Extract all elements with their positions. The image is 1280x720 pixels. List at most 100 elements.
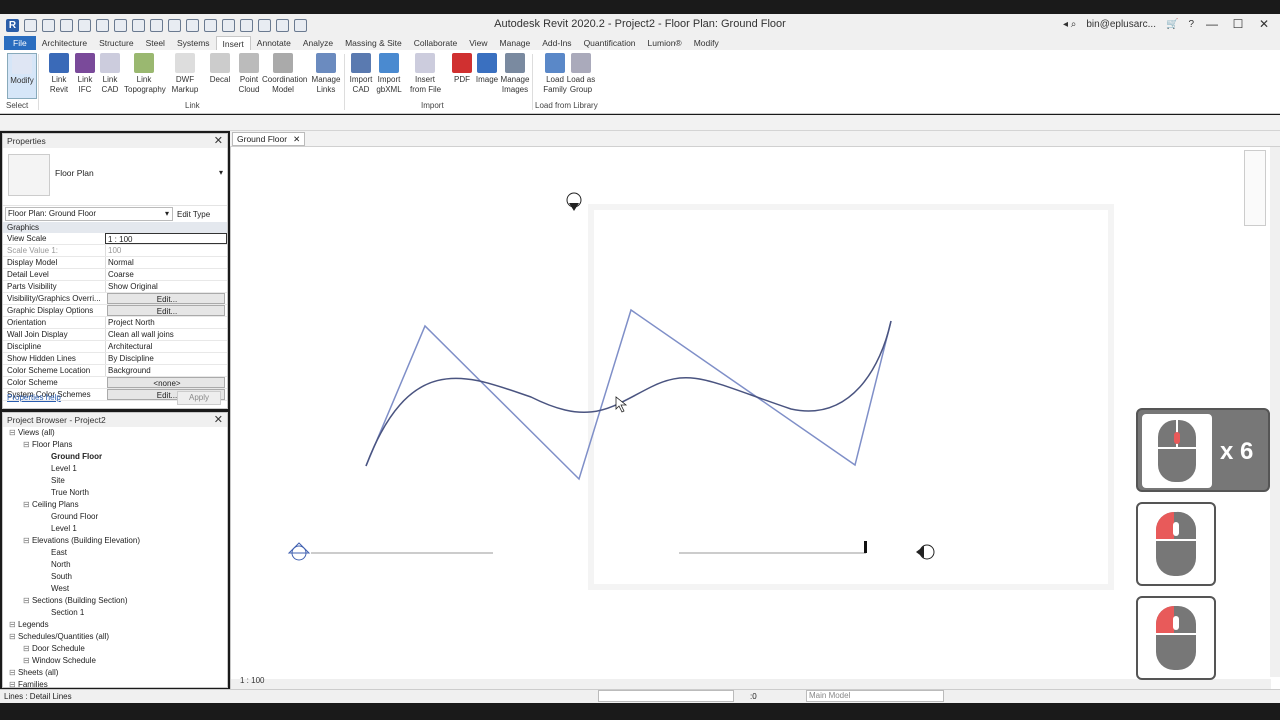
- property-edit-button[interactable]: Edit...: [107, 305, 225, 316]
- tree-item[interactable]: ⊟ Sheets (all): [3, 667, 227, 679]
- tree-item[interactable]: ⊟ Elevations (Building Elevation): [3, 535, 227, 547]
- expand-icon[interactable]: ⊟: [23, 596, 32, 605]
- dwf-markup-button[interactable]: DWF Markup: [170, 53, 200, 94]
- tree-item[interactable]: South: [3, 571, 227, 583]
- tab-quantification[interactable]: Quantification: [578, 36, 642, 50]
- manage-images-button[interactable]: Manage Images: [500, 53, 530, 94]
- drawing-svg[interactable]: [231, 147, 1280, 691]
- tree-item[interactable]: ⊟ Schedules/Quantities (all): [3, 631, 227, 643]
- tab-architecture[interactable]: Architecture: [36, 36, 93, 50]
- expand-icon[interactable]: ⊟: [9, 632, 18, 641]
- apply-button[interactable]: Apply: [177, 391, 221, 405]
- search-icon[interactable]: ◂ ⌕: [1063, 19, 1076, 30]
- property-edit-button[interactable]: <none>: [107, 377, 225, 388]
- expand-icon[interactable]: ⊟: [9, 428, 18, 437]
- west-elevation-marker[interactable]: [287, 542, 311, 561]
- tab-annotate[interactable]: Annotate: [251, 36, 297, 50]
- insert-from-file-button[interactable]: Insert from File: [410, 53, 441, 94]
- tab-view[interactable]: View: [463, 36, 493, 50]
- tree-item[interactable]: Ground Floor: [3, 451, 227, 463]
- view-scale[interactable]: 1 : 100: [240, 676, 264, 685]
- tab-analyze[interactable]: Analyze: [297, 36, 339, 50]
- view-tab-ground-floor[interactable]: Ground Floor ✕: [232, 132, 306, 146]
- expand-icon[interactable]: ⊟: [23, 500, 32, 509]
- expand-icon[interactable]: ⊟: [9, 680, 18, 689]
- property-value[interactable]: Architectural: [105, 341, 227, 352]
- vertical-scrollbar[interactable]: [1270, 147, 1280, 677]
- instance-selector[interactable]: Floor Plan: Ground Floor ▾: [5, 207, 173, 221]
- tree-item[interactable]: True North: [3, 487, 227, 499]
- property-value[interactable]: 100: [105, 245, 227, 256]
- tab-steel[interactable]: Steel: [140, 36, 171, 50]
- expand-icon[interactable]: ⊟: [9, 668, 18, 677]
- control-polyline[interactable]: [365, 308, 892, 481]
- tab-systems[interactable]: Systems: [171, 36, 216, 50]
- property-value[interactable]: Background: [105, 365, 227, 376]
- properties-help-link[interactable]: Properties help: [7, 393, 61, 402]
- workset-selector[interactable]: [598, 690, 734, 702]
- close-icon[interactable]: ✕: [293, 133, 300, 145]
- close-icon[interactable]: ✕: [214, 413, 223, 427]
- drawing-canvas[interactable]: [230, 132, 1280, 689]
- tab-collaborate[interactable]: Collaborate: [408, 36, 463, 50]
- tree-item[interactable]: North: [3, 559, 227, 571]
- cart-icon[interactable]: 🛒: [1166, 19, 1178, 30]
- tree-item[interactable]: West: [3, 583, 227, 595]
- tree-item[interactable]: Level 1: [3, 463, 227, 475]
- tab-file[interactable]: File: [4, 36, 36, 50]
- tree-item[interactable]: ⊟ Views (all): [3, 427, 227, 439]
- tree-item[interactable]: Section 1: [3, 607, 227, 619]
- load-as-group-button[interactable]: Load as Group: [566, 53, 596, 94]
- chevron-down-icon[interactable]: ▾: [219, 168, 223, 177]
- expand-icon[interactable]: ⊟: [23, 440, 32, 449]
- type-selector[interactable]: Floor Plan ▾: [3, 148, 227, 206]
- spline-curve[interactable]: [365, 320, 892, 467]
- property-value[interactable]: Project North: [105, 317, 227, 328]
- expand-icon[interactable]: ⊟: [23, 536, 32, 545]
- tab-structure[interactable]: Structure: [93, 36, 140, 50]
- modify-button[interactable]: Modify: [7, 53, 37, 99]
- horizontal-scrollbar[interactable]: [231, 679, 1271, 689]
- east-elevation-marker[interactable]: [916, 544, 935, 560]
- property-edit-button[interactable]: Edit...: [107, 293, 225, 304]
- property-value[interactable]: Clean all wall joins: [105, 329, 227, 340]
- tree-item[interactable]: ⊟ Window Schedule: [3, 655, 227, 667]
- property-value[interactable]: Normal: [105, 257, 227, 268]
- manage-links-button[interactable]: Manage Links: [311, 53, 341, 94]
- property-value[interactable]: Show Original: [105, 281, 227, 292]
- minimize-button[interactable]: —: [1204, 17, 1220, 31]
- tree-item[interactable]: ⊟ Ceiling Plans: [3, 499, 227, 511]
- design-option-selector[interactable]: Main Model: [806, 690, 944, 702]
- tab-insert[interactable]: Insert: [215, 36, 251, 50]
- tree-item[interactable]: Site: [3, 475, 227, 487]
- section-head[interactable]: [864, 541, 867, 553]
- close-button[interactable]: ✕: [1256, 17, 1272, 31]
- tree-item[interactable]: East: [3, 547, 227, 559]
- decal-button[interactable]: Decal: [205, 53, 235, 85]
- expand-icon[interactable]: ⊟: [9, 620, 18, 629]
- group-select-label[interactable]: Select: [6, 101, 28, 110]
- tab-manage[interactable]: Manage: [494, 36, 537, 50]
- tree-item[interactable]: ⊟ Sections (Building Section): [3, 595, 227, 607]
- maximize-button[interactable]: ☐: [1230, 17, 1246, 31]
- tree-item[interactable]: Level 1: [3, 523, 227, 535]
- tab-massing-site[interactable]: Massing & Site: [339, 36, 408, 50]
- expand-icon[interactable]: ⊟: [23, 644, 32, 653]
- graphics-section-header[interactable]: Graphics: [3, 222, 227, 233]
- tab-modify[interactable]: Modify: [688, 36, 725, 50]
- navigation-bar[interactable]: [1244, 150, 1266, 226]
- property-value[interactable]: 1 : 100: [105, 233, 227, 244]
- close-icon[interactable]: ✕: [214, 134, 223, 148]
- link-cad-button[interactable]: Link CAD: [95, 53, 125, 94]
- tree-item[interactable]: ⊟ Legends: [3, 619, 227, 631]
- tree-item[interactable]: ⊟ Door Schedule: [3, 643, 227, 655]
- expand-icon[interactable]: ⊟: [23, 656, 32, 665]
- property-value[interactable]: By Discipline: [105, 353, 227, 364]
- tab-add-ins[interactable]: Add-Ins: [536, 36, 577, 50]
- north-elevation-marker[interactable]: [566, 192, 582, 211]
- tree-item[interactable]: Ground Floor: [3, 511, 227, 523]
- import-gbxml-button[interactable]: Import gbXML: [374, 53, 404, 94]
- edit-type-button[interactable]: Edit Type: [177, 210, 210, 219]
- image-button[interactable]: Image: [472, 53, 502, 85]
- point-cloud-button[interactable]: Point Cloud: [234, 53, 264, 94]
